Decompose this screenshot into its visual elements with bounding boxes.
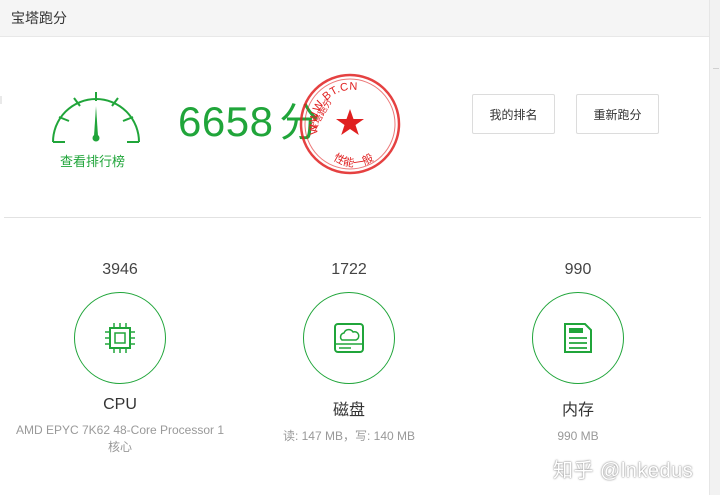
metric-disk: 1722 磁盘 读: 147 MB，写: 140 MB bbox=[239, 258, 459, 445]
section-divider bbox=[4, 217, 701, 218]
disk-score: 1722 bbox=[331, 261, 367, 278]
disk-icon-circle bbox=[303, 292, 395, 384]
grade-stamp: WWW.BT.CN 性能一般 宝塔跑分 bbox=[299, 73, 401, 175]
left-edge-mark bbox=[0, 96, 2, 104]
view-leaderboard-link[interactable]: 查看排行榜 bbox=[60, 151, 125, 170]
memory-card-icon bbox=[564, 323, 592, 353]
cpu-label: CPU bbox=[103, 396, 137, 413]
memory-icon-circle bbox=[532, 292, 624, 384]
memory-score: 990 bbox=[564, 261, 592, 278]
disk-detail: 读: 147 MB，写: 140 MB bbox=[282, 429, 416, 443]
metric-memory: 990 内存 990 MB bbox=[468, 258, 688, 445]
window-titlebar: 宝塔跑分 bbox=[0, 0, 720, 37]
speedometer-icon[interactable] bbox=[46, 84, 146, 156]
watermark-text: 知乎 @lnkedus bbox=[553, 460, 694, 482]
cpu-chip-icon bbox=[105, 323, 135, 353]
scrollbar-tick bbox=[713, 68, 719, 69]
cpu-icon-circle bbox=[74, 292, 166, 384]
disk-label: 磁盘 bbox=[332, 402, 365, 419]
rerun-benchmark-button[interactable]: 重新跑分 bbox=[576, 94, 659, 134]
window-title: 宝塔跑分 bbox=[11, 10, 67, 26]
disk-drive-icon bbox=[334, 323, 364, 353]
total-score-value: 6658 bbox=[178, 98, 274, 145]
scrollbar[interactable] bbox=[709, 0, 720, 495]
cpu-score: 3946 bbox=[102, 261, 138, 278]
cpu-detail: AMD EPYC 7K62 48-Core Processor 1 核心 bbox=[15, 423, 225, 454]
my-rank-button[interactable]: 我的排名 bbox=[472, 94, 555, 134]
memory-label: 内存 bbox=[561, 402, 594, 419]
memory-detail: 990 MB bbox=[557, 429, 599, 443]
metric-cpu: 3946 CPU AMD EPYC 7K62 48-Core Processor… bbox=[10, 258, 230, 456]
